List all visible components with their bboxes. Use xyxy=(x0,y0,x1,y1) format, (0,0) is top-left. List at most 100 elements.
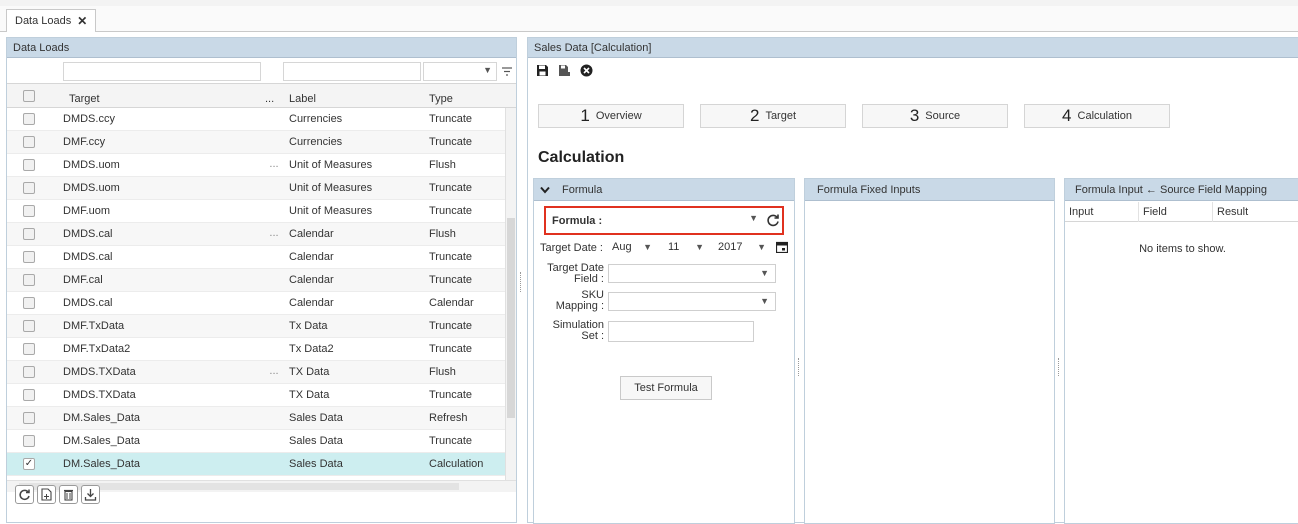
tab-data-loads[interactable]: Data Loads ✕ xyxy=(6,9,97,32)
row-checkbox[interactable] xyxy=(23,113,35,125)
row-checkbox[interactable] xyxy=(23,412,35,424)
row-checkbox[interactable] xyxy=(23,274,35,286)
step-source[interactable]: 3 Source xyxy=(862,104,1008,128)
table-row[interactable]: DMDS.cal Calendar Truncate xyxy=(7,246,505,269)
month-value: Aug xyxy=(612,241,632,253)
table-row[interactable]: DM.Sales_Data Sales Data Refresh xyxy=(7,407,505,430)
table-row[interactable]: ✓ DM.Sales_Data Sales Data Calculation xyxy=(7,453,505,476)
chevron-down-icon: ▼ xyxy=(695,242,704,252)
select-all-checkbox[interactable] xyxy=(23,90,35,102)
step-number: 2 xyxy=(749,106,760,125)
row-checkbox[interactable] xyxy=(23,136,35,148)
scrollbar-thumb[interactable] xyxy=(507,218,515,418)
table-row[interactable]: DMDS.cal Calendar Calendar xyxy=(7,292,505,315)
type-cell: Flush xyxy=(429,366,456,378)
step-overview[interactable]: 1 Overview xyxy=(538,104,684,128)
panel-splitter[interactable] xyxy=(517,37,526,523)
year-select[interactable]: 2017 ▼ xyxy=(712,239,772,258)
simulation-set-label: Simulation Set : xyxy=(540,320,604,342)
target-cell: DMF.ccy xyxy=(63,136,106,148)
row-checkbox[interactable] xyxy=(23,343,35,355)
filter-row: ▼ xyxy=(7,59,516,84)
row-more-indicator: ... xyxy=(269,365,279,377)
chevron-down-icon[interactable] xyxy=(540,186,550,194)
row-checkbox[interactable] xyxy=(23,182,35,194)
formula-panel-header[interactable]: Formula xyxy=(534,179,794,201)
splitter-grip[interactable] xyxy=(1058,358,1060,376)
row-checkbox[interactable]: ✓ xyxy=(23,458,35,470)
column-type[interactable]: Type xyxy=(423,84,503,108)
column-field[interactable]: Field xyxy=(1139,202,1213,222)
column-input[interactable]: Input xyxy=(1065,202,1139,222)
target-cell: DMDS.cal xyxy=(63,297,113,309)
row-more-indicator xyxy=(265,108,283,130)
calendar-icon[interactable] xyxy=(776,241,788,253)
table-row[interactable]: DMF.cal Calendar Truncate xyxy=(7,269,505,292)
table-row[interactable]: DMDS.cal Calendar Flush... xyxy=(7,223,505,246)
label-cell: Sales Data xyxy=(289,435,343,447)
close-circle-icon[interactable] xyxy=(580,64,593,77)
year-value: 2017 xyxy=(718,241,743,253)
row-checkbox[interactable] xyxy=(23,159,35,171)
table-row[interactable]: DM.Sales_Data Sales Data Truncate xyxy=(7,430,505,453)
step-target[interactable]: 2 Target xyxy=(700,104,846,128)
row-checkbox[interactable] xyxy=(23,366,35,378)
type-cell: Truncate xyxy=(429,389,473,401)
panel-splitter[interactable] xyxy=(1055,178,1064,524)
row-checkbox[interactable] xyxy=(23,251,35,263)
splitter-grip[interactable] xyxy=(520,272,522,292)
row-more-indicator xyxy=(265,384,283,406)
refresh-icon xyxy=(19,489,30,501)
column-result[interactable]: Result xyxy=(1213,202,1298,222)
day-select[interactable]: 11 ▼ xyxy=(662,239,710,258)
type-cell: Truncate xyxy=(429,136,473,148)
splitter-grip[interactable] xyxy=(798,358,800,376)
label-filter-input[interactable] xyxy=(283,62,421,81)
type-cell: Truncate xyxy=(429,113,473,125)
column-dots[interactable]: ... xyxy=(259,84,283,108)
download-button[interactable] xyxy=(81,485,100,504)
refresh-button[interactable] xyxy=(15,485,34,504)
row-checkbox[interactable] xyxy=(23,205,35,217)
table-row[interactable]: DMDS.uom Unit of Measures Truncate xyxy=(7,177,505,200)
row-checkbox[interactable] xyxy=(23,435,35,447)
row-checkbox[interactable] xyxy=(23,389,35,401)
save-as-icon[interactable] xyxy=(558,64,571,77)
refresh-icon[interactable] xyxy=(766,213,780,227)
table-row[interactable]: DMF.TxData2 Tx Data2 Truncate xyxy=(7,338,505,361)
table-row[interactable]: DMDS.uom Unit of Measures Flush... xyxy=(7,154,505,177)
panel-splitter[interactable] xyxy=(795,178,804,524)
table-row[interactable]: DMF.ccy Currencies Truncate xyxy=(7,131,505,154)
table-row[interactable]: DMF.TxData Tx Data Truncate xyxy=(7,315,505,338)
formula-select[interactable]: ▼ xyxy=(610,210,760,229)
step-calculation[interactable]: 4 Calculation xyxy=(1024,104,1170,128)
row-checkbox[interactable] xyxy=(23,320,35,332)
table-row[interactable]: DMDS.TXData TX Data Truncate xyxy=(7,384,505,407)
filter-icon[interactable] xyxy=(501,66,513,77)
row-more-indicator xyxy=(265,315,283,337)
row-more-indicator: ... xyxy=(269,227,279,239)
row-checkbox[interactable] xyxy=(23,297,35,309)
target-filter-input[interactable] xyxy=(63,62,261,81)
delete-button[interactable] xyxy=(59,485,78,504)
column-label[interactable]: Label xyxy=(283,84,423,108)
sku-mapping-select[interactable]: ▼ xyxy=(608,292,776,311)
column-target[interactable]: Target xyxy=(63,84,263,108)
type-cell: Truncate xyxy=(429,320,473,332)
test-formula-button[interactable]: Test Formula xyxy=(620,376,712,400)
table-row[interactable]: DMDS.ccy Currencies Truncate xyxy=(7,108,505,131)
table-row[interactable]: DMDS.TXData TX Data Flush... xyxy=(7,361,505,384)
formula-highlight: Formula : ▼ xyxy=(544,206,784,235)
vertical-scrollbar[interactable] xyxy=(505,108,516,480)
save-icon[interactable] xyxy=(536,64,549,77)
row-checkbox[interactable] xyxy=(23,228,35,240)
add-button[interactable] xyxy=(37,485,56,504)
target-cell: DMDS.TXData xyxy=(63,366,136,378)
table-row[interactable]: DMF.uom Unit of Measures Truncate xyxy=(7,200,505,223)
fixed-inputs-title: Formula Fixed Inputs xyxy=(805,179,1054,201)
simulation-set-input[interactable] xyxy=(608,321,754,342)
target-date-field-select[interactable]: ▼ xyxy=(608,264,776,283)
close-icon[interactable]: ✕ xyxy=(77,14,87,28)
type-filter-select[interactable]: ▼ xyxy=(423,62,497,81)
month-select[interactable]: Aug ▼ xyxy=(606,239,658,258)
